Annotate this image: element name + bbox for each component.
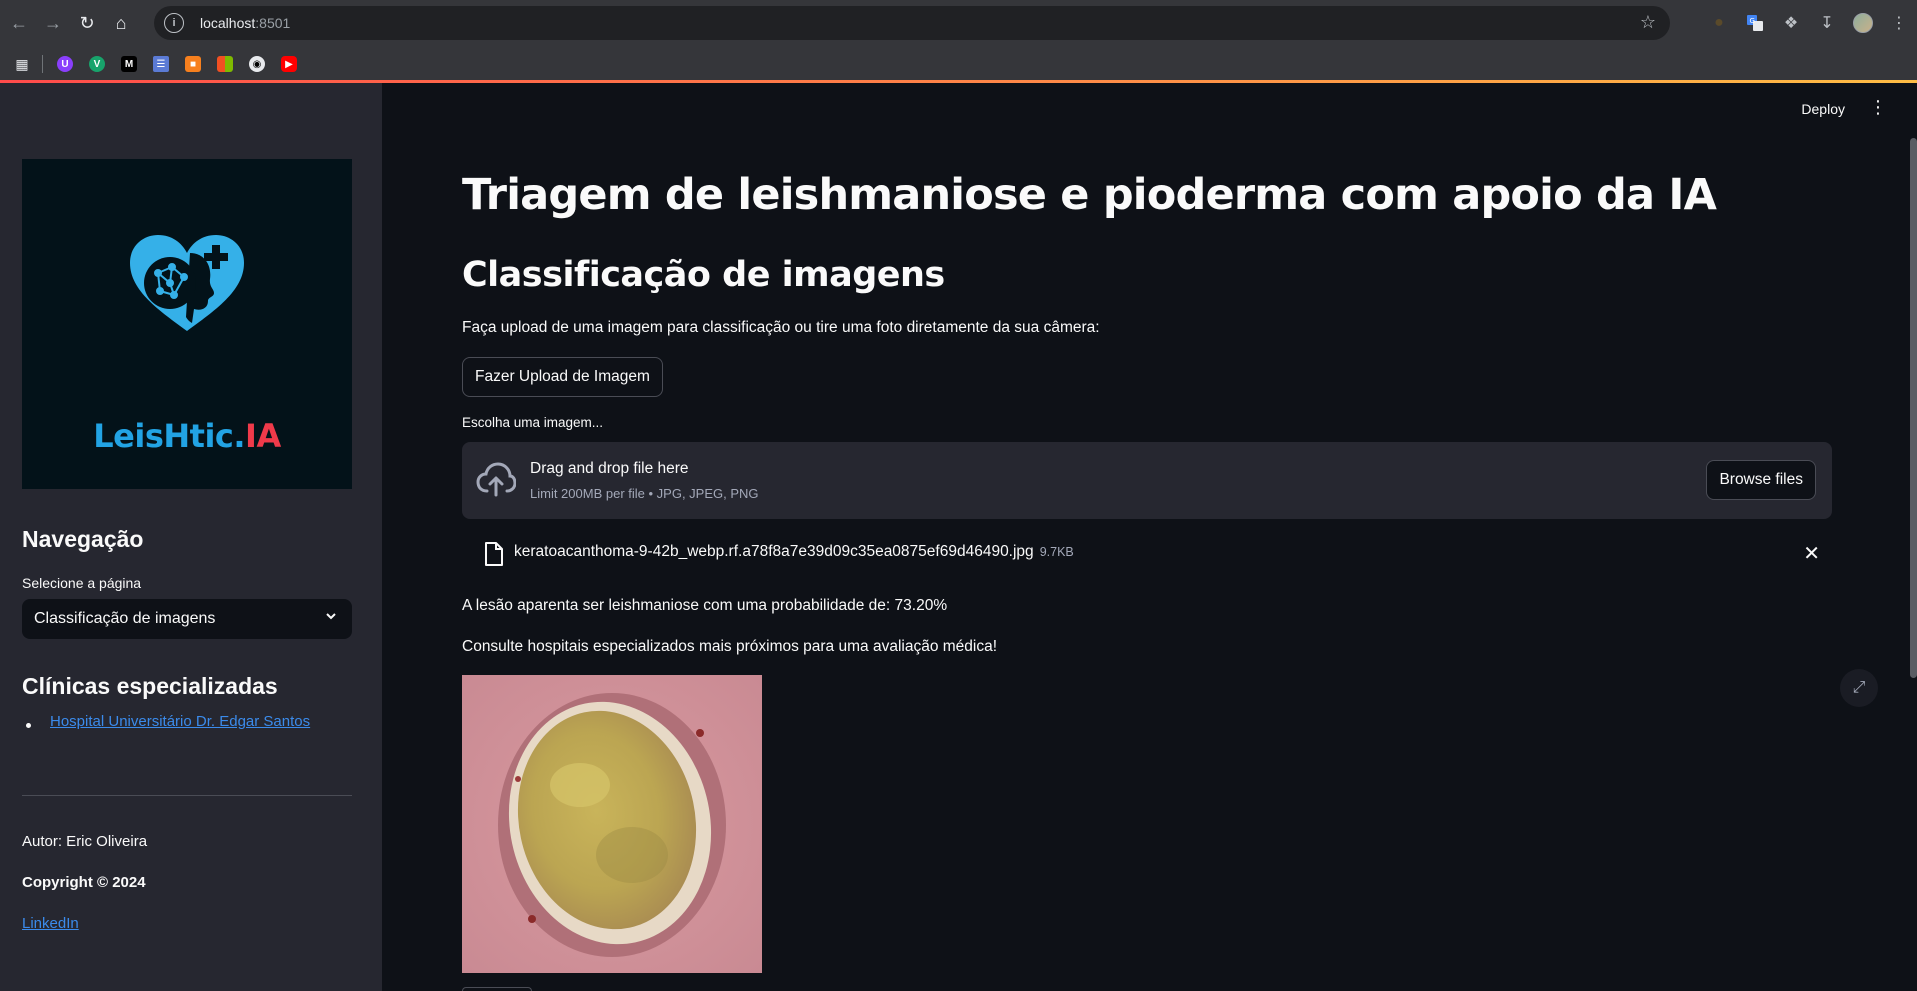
heart-brain-icon — [130, 235, 244, 331]
advice-text: Consulte hospitais especializados mais p… — [462, 638, 998, 655]
translate-icon[interactable]: G — [1740, 8, 1770, 38]
browser-chrome: ← → ↻ ⌂ i localhost:8501 ☆ ● G ❖ ↧ ⋮ ▦ U… — [0, 0, 1917, 83]
url-text: localhost:8501 — [200, 15, 290, 31]
scrollbar[interactable] — [1910, 138, 1917, 678]
file-icon — [484, 541, 504, 572]
clinics-heading: Clínicas especializadas — [22, 673, 278, 699]
author-text: Autor: Eric Oliveira — [22, 833, 148, 850]
remove-file-icon[interactable]: ✕ — [1803, 541, 1820, 566]
result-text: A lesão aparenta ser leishmaniose com um… — [462, 597, 948, 614]
dropzone-title: Drag and drop file here — [530, 460, 689, 477]
file-dropzone[interactable]: Drag and drop file here Limit 200MB per … — [462, 442, 1832, 519]
browser-extensions: ● G ❖ ↧ ⋮ — [1701, 8, 1917, 38]
deploy-button[interactable]: Deploy — [1801, 101, 1845, 117]
section-title: Classificação de imagens — [462, 255, 945, 295]
dropzone-subtitle: Limit 200MB per file • JPG, JPEG, PNG — [530, 486, 759, 501]
forward-icon[interactable]: → — [38, 8, 68, 38]
puzzle-icon[interactable]: ❖ — [1776, 8, 1806, 38]
bookmark-layers-icon[interactable]: ☰ — [153, 56, 169, 72]
uploaded-image — [462, 675, 762, 973]
menu-icon[interactable]: ⋮ — [1884, 8, 1914, 38]
main-content: Deploy ⋮ Triagem de leishmaniose e piode… — [382, 83, 1917, 991]
bookmark-m-icon[interactable]: M — [121, 56, 137, 72]
page-select[interactable]: Classificação de imagens — [22, 599, 352, 639]
avatar — [1853, 13, 1873, 33]
browse-files-button[interactable]: Browse files — [1706, 460, 1816, 500]
bookmark-star-icon[interactable]: ☆ — [1640, 12, 1656, 33]
profile-avatar[interactable] — [1848, 8, 1878, 38]
file-name: keratoacanthoma-9-42b_webp.rf.a78f8a7e39… — [514, 543, 1074, 561]
sidebar: LeisHtic.IA Navegação Selecione a página… — [0, 83, 382, 991]
download-icon[interactable]: ↧ — [1812, 8, 1842, 38]
bookmark-youtube-icon[interactable]: ▶ — [281, 56, 297, 72]
fullscreen-expand-icon[interactable]: ⤢ — [1840, 669, 1878, 707]
sidebar-nav-heading: Navegação — [22, 526, 144, 552]
list-bullet — [26, 723, 31, 728]
back-icon[interactable]: ← — [4, 8, 34, 38]
logo-text-ia: IA — [245, 417, 281, 455]
bookmark-github-icon[interactable]: ◉ — [249, 56, 265, 72]
bookmark-box-icon[interactable]: ■ — [185, 56, 201, 72]
url-host: localhost — [200, 15, 256, 31]
instruction-text: Faça upload de uma imagem para classific… — [462, 319, 1100, 336]
uploaded-file-row: keratoacanthoma-9-42b_webp.rf.a78f8a7e39… — [462, 535, 1832, 575]
extension-icon[interactable]: ● — [1704, 8, 1734, 38]
logo-text-leishtic: LeisHtic. — [93, 417, 246, 455]
page-title: Triagem de leishmaniose e pioderma com a… — [462, 170, 1717, 220]
site-info-icon[interactable]: i — [164, 13, 184, 33]
chevron-down-icon — [324, 609, 338, 626]
page-select-label: Selecione a página — [22, 575, 142, 591]
bookmarks-bar: ▦ U V M ☰ ■ ◉ ▶ — [0, 46, 1917, 82]
linkedin-link[interactable]: LinkedIn — [22, 915, 79, 932]
uploader-label: Escolha uma imagem... — [462, 415, 604, 430]
address-bar[interactable]: i localhost:8501 ☆ — [154, 6, 1670, 40]
app-logo: LeisHtic.IA — [22, 159, 352, 489]
sidebar-divider — [22, 795, 352, 796]
file-size: 9.7KB — [1039, 545, 1074, 559]
apps-grid-icon[interactable]: ▦ — [14, 56, 30, 72]
url-port: :8501 — [255, 15, 291, 31]
cloud-upload-icon — [476, 462, 517, 503]
bookmarks-separator — [42, 55, 43, 73]
bookmark-u-icon[interactable]: U — [57, 56, 73, 72]
partial-button-below[interactable] — [462, 987, 532, 991]
home-icon[interactable]: ⌂ — [106, 8, 136, 38]
reload-icon[interactable]: ↻ — [72, 8, 102, 38]
logo-text: LeisHtic.IA — [22, 417, 352, 455]
page-select-value: Classificação de imagens — [34, 610, 216, 627]
main-menu-icon[interactable]: ⋮ — [1869, 97, 1887, 118]
browser-toolbar: ← → ↻ ⌂ i localhost:8501 ☆ ● G ❖ ↧ ⋮ — [0, 0, 1917, 46]
upload-image-button[interactable]: Fazer Upload de Imagem — [462, 357, 663, 397]
copyright-text: Copyright © 2024 — [22, 874, 146, 891]
bookmark-v-icon[interactable]: V — [89, 56, 105, 72]
clinic-link[interactable]: Hospital Universitário Dr. Edgar Santos — [50, 713, 310, 730]
svg-text:G: G — [1750, 17, 1755, 25]
bookmark-microsoft-icon[interactable] — [217, 56, 233, 72]
file-name-text: keratoacanthoma-9-42b_webp.rf.a78f8a7e39… — [514, 543, 1034, 560]
